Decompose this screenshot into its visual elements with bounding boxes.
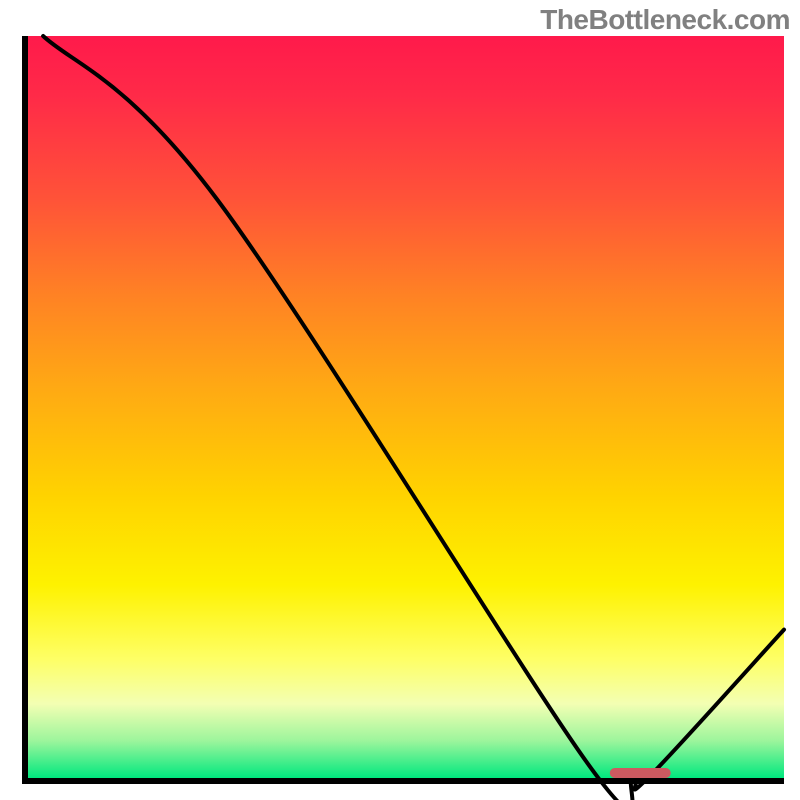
optimal-marker	[610, 768, 670, 778]
bottleneck-curve	[43, 36, 784, 800]
chart-frame: TheBottleneck.com	[0, 0, 800, 800]
watermark-text: TheBottleneck.com	[540, 4, 790, 36]
curve-svg	[28, 36, 784, 778]
plot-area	[22, 36, 784, 784]
